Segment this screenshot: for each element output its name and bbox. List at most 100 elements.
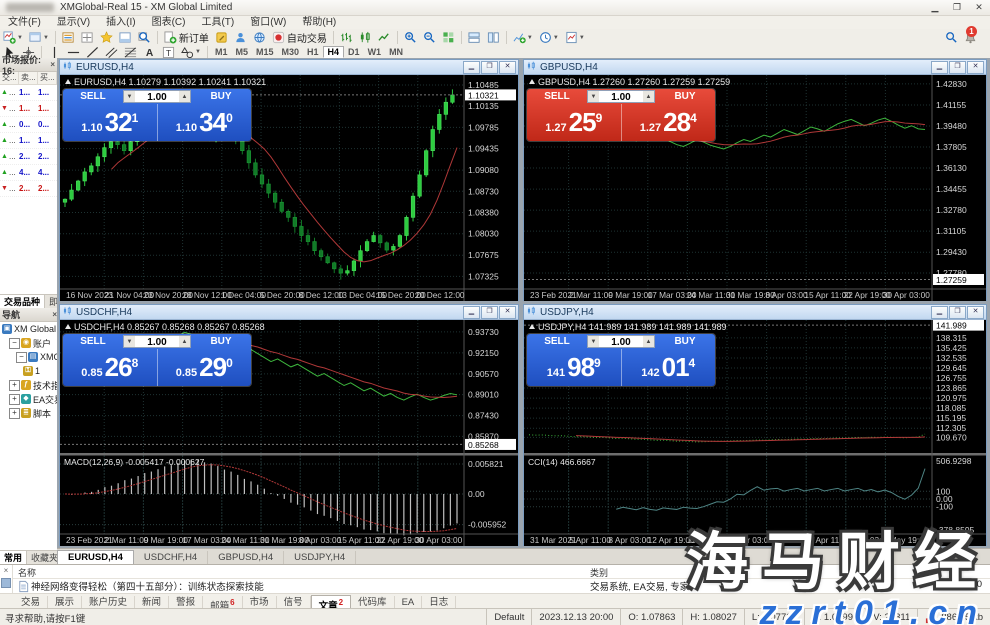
chart-window-eurusd-h4[interactable]: EURUSD,H4▁❐✕1.104851.101351.097851.09435… [59, 59, 519, 301]
navigator-item-4[interactable]: +ƒ技术指标 [0, 378, 57, 392]
buy-button[interactable]: BUY [655, 89, 715, 104]
timeframe-m15[interactable]: M15 [252, 46, 278, 58]
navigator-tab-1[interactable]: 收藏夹 [27, 551, 57, 565]
minimize-icon[interactable]: ▁ [924, 1, 946, 14]
metaeditor-button[interactable] [213, 30, 230, 46]
one-click-trading-panel[interactable]: SELL▼1.00▲BUY141989142014 [527, 334, 715, 386]
timeframe-m30[interactable]: M30 [278, 46, 304, 58]
arrange-horizontal-button[interactable] [466, 30, 483, 46]
buy-button[interactable]: BUY [191, 89, 251, 104]
chart-window-usdchf-h4[interactable]: USDCHF,H4▁❐✕0.937300.921500.905700.89010… [59, 304, 519, 546]
timeframe-m1[interactable]: M1 [211, 46, 232, 58]
buy-price-button[interactable]: 1.10340 [158, 104, 252, 141]
sell-price-button[interactable]: 1.27259 [527, 104, 622, 141]
zoom-in-button[interactable] [402, 30, 419, 46]
market-watch-tab-1[interactable]: 即时图 [45, 295, 57, 309]
market-watch-row[interactable]: ▲...0...0... [0, 117, 57, 133]
volume-up-icon[interactable]: ▲ [179, 336, 190, 347]
line-chart-mode-button[interactable] [376, 30, 393, 46]
chart-window-titlebar[interactable]: USDJPY,H4▁❐✕ [524, 305, 986, 320]
menu-item-4[interactable]: 工具(T) [193, 16, 242, 29]
bar-chart-mode-button[interactable] [338, 30, 355, 46]
timeframe-m5[interactable]: M5 [231, 46, 252, 58]
profiles-dropdown-icon[interactable]: ▼ [43, 35, 49, 41]
chart-close-icon[interactable]: ✕ [967, 61, 984, 74]
terminal-tab-8[interactable]: 文章2 [311, 595, 351, 609]
market-watch-column-2[interactable]: 买... [38, 72, 57, 84]
buy-button[interactable]: BUY [191, 334, 251, 349]
navigator-item-5[interactable]: +◆EA交易 [0, 392, 57, 406]
chart-minimize-icon[interactable]: ▁ [931, 306, 948, 319]
chart-close-icon[interactable]: ✕ [499, 61, 516, 74]
indicators-dropdown-icon[interactable]: ▼ [527, 35, 533, 41]
notifications-button[interactable]: 1 [962, 30, 979, 46]
market-watch-column-0[interactable]: 交... [0, 72, 19, 84]
tree-expand-icon[interactable]: − [16, 352, 27, 363]
market-watch-row[interactable]: ▲...2...2... [0, 149, 57, 165]
chart-close-icon[interactable]: ✕ [499, 306, 516, 319]
market-watch-close-icon[interactable]: × [50, 60, 55, 69]
menu-item-0[interactable]: 文件(F) [0, 16, 49, 29]
chart-window-usdjpy-h4[interactable]: USDJPY,H4▁❐✕138.315135.425132.535129.645… [523, 304, 987, 546]
navigator-item-1[interactable]: −◉账户 [0, 336, 57, 350]
sell-button[interactable]: SELL [527, 334, 587, 349]
one-click-trading-panel[interactable]: SELL▼1.00▲BUY 1.272591.27284 [527, 89, 715, 141]
navigator-item-6[interactable]: +≣脚本 [0, 406, 57, 420]
buy-price-button[interactable]: 0.85290 [158, 349, 252, 386]
chart-minimize-icon[interactable]: ▁ [931, 61, 948, 74]
menu-item-2[interactable]: 插入(I) [98, 16, 143, 29]
tree-expand-icon[interactable]: + [9, 408, 20, 419]
tree-expand-icon[interactable]: − [9, 338, 20, 349]
chart-window-titlebar[interactable]: GBPUSD,H4▁❐✕ [524, 60, 986, 75]
sell-price-button[interactable]: 0.85268 [63, 349, 158, 386]
volume-value[interactable]: 1.00 [135, 336, 179, 347]
status-profile[interactable]: Default [486, 609, 531, 625]
volume-value[interactable]: 1.00 [599, 91, 643, 102]
indicators-button[interactable]: ▼ [511, 30, 535, 46]
timeframe-h1[interactable]: H1 [303, 46, 323, 58]
volume-down-icon[interactable]: ▼ [588, 91, 599, 102]
volume-stepper[interactable]: ▼1.00▲ [123, 90, 191, 103]
one-click-trading-panel[interactable]: SELL▼1.00▲BUY0.852680.85290 [63, 334, 251, 386]
menu-item-3[interactable]: 图表(C) [144, 16, 194, 29]
chart-body[interactable]: 1.428301.411551.394801.378051.361301.344… [524, 75, 986, 301]
timeframe-h4[interactable]: H4 [323, 46, 345, 58]
navigator-item-3[interactable]: ⚿1 [0, 364, 57, 378]
menu-item-5[interactable]: 窗口(W) [242, 16, 294, 29]
volume-down-icon[interactable]: ▼ [588, 336, 599, 347]
candlestick-mode-button[interactable] [357, 30, 374, 46]
community-button[interactable] [232, 30, 249, 46]
sell-price-button[interactable]: 1.10321 [63, 104, 158, 141]
terminal-close-icon[interactable]: × [4, 566, 9, 575]
sell-button[interactable]: SELL [527, 89, 587, 104]
market-watch-row[interactable]: ▲...4...4... [0, 165, 57, 181]
menu-item-1[interactable]: 显示(V) [49, 16, 98, 29]
buy-price-button[interactable]: 1.27284 [622, 104, 716, 141]
volume-value[interactable]: 1.00 [135, 91, 179, 102]
volume-down-icon[interactable]: ▼ [124, 336, 135, 347]
chart-restore-icon[interactable]: ❐ [949, 61, 966, 74]
shapes-tool-dropdown-icon[interactable]: ▼ [195, 49, 201, 55]
volume-up-icon[interactable]: ▲ [643, 91, 654, 102]
templates-button[interactable]: ▼ [563, 30, 587, 46]
periods-button[interactable]: ▼ [537, 30, 561, 46]
tree-expand-icon[interactable]: + [9, 380, 20, 391]
chart-window-titlebar[interactable]: EURUSD,H4▁❐✕ [60, 60, 518, 75]
periods-dropdown-icon[interactable]: ▼ [553, 35, 559, 41]
buy-price-button[interactable]: 142014 [622, 349, 716, 386]
chart-tab-gbpusd-h4[interactable]: GBPUSD,H4 [208, 551, 284, 565]
volume-value[interactable]: 1.00 [599, 336, 643, 347]
timeframe-mn[interactable]: MN [385, 46, 407, 58]
market-watch-row[interactable]: ▼...1...1... [0, 101, 57, 117]
arrange-vertical-button[interactable] [485, 30, 502, 46]
navigator-item-2[interactable]: −▤XMG [0, 350, 57, 364]
volume-stepper[interactable]: ▼1.00▲ [123, 335, 191, 348]
chart-body[interactable]: 138.315135.425132.535129.645126.755123.8… [524, 320, 986, 546]
article-row[interactable]: 神经网络变得轻松（第四十五部分）：训练状态探索技能 交易系统, EA交易, 专家… [13, 578, 990, 593]
autotrading-button[interactable]: 自动交易 [270, 30, 329, 46]
chart-window-gbpusd-h4[interactable]: GBPUSD,H4▁❐✕1.428301.411551.394801.37805… [523, 59, 987, 301]
tree-expand-icon[interactable]: + [9, 394, 20, 405]
market-watch-tab-0[interactable]: 交易品种 [0, 295, 45, 309]
volume-up-icon[interactable]: ▲ [179, 91, 190, 102]
chart-body[interactable]: 1.104851.101351.097851.094351.090801.087… [60, 75, 518, 301]
